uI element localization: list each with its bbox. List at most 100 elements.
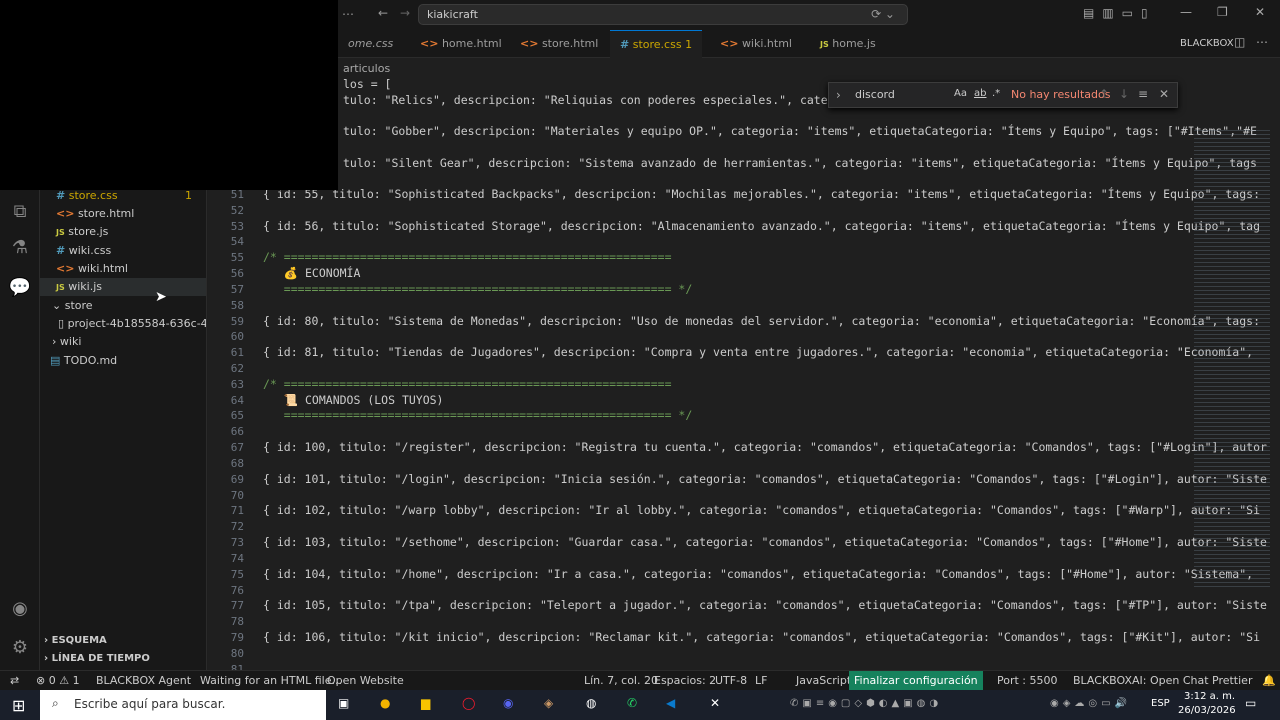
forward-arrow-icon[interactable]: → bbox=[400, 6, 410, 20]
file-name: TODO.md bbox=[63, 354, 118, 367]
chevron-right-icon: › bbox=[44, 635, 49, 646]
line-number: 75 bbox=[230, 567, 244, 581]
clock-time[interactable]: 3:12 a. m. bbox=[1184, 691, 1235, 702]
blackbox-chat[interactable]: BLACKBOXAI: Open Chat bbox=[1073, 671, 1209, 690]
tray-icons[interactable]: ✆▣≡◉▢◇⬢◐▲▣◍◑ bbox=[790, 698, 942, 709]
line-number: 74 bbox=[230, 551, 244, 565]
line-number: 69 bbox=[230, 472, 244, 486]
app-icon[interactable]: ◈ bbox=[544, 696, 553, 710]
task-view-icon[interactable]: ▣ bbox=[338, 696, 349, 710]
opera-icon[interactable]: ◯ bbox=[462, 696, 475, 710]
line-number: 81 bbox=[230, 662, 244, 670]
indentation[interactable]: Espacios: 2 bbox=[654, 671, 716, 690]
tab-store-html[interactable]: <> store.html bbox=[510, 30, 608, 58]
copilot-icon[interactable]: ⟳ ⌄ bbox=[871, 7, 895, 21]
live-server-port[interactable]: Port : 5500 bbox=[997, 671, 1058, 690]
editor-tabs: ome.css <> home.html <> store.html # sto… bbox=[338, 30, 1280, 58]
menu-more-icon[interactable]: ⋯ bbox=[342, 7, 354, 21]
tray-icons-2[interactable]: ◉◈☁◎▭🔊 bbox=[1050, 698, 1131, 709]
bell-icon[interactable]: 🔔 bbox=[1262, 671, 1276, 690]
code-line: { id: 80, titulo: "Sistema de Monedas", … bbox=[263, 313, 1260, 328]
taskbar-search[interactable]: ⌕ Escribe aquí para buscar. bbox=[40, 690, 326, 720]
section-esquema[interactable]: › ESQUEMA bbox=[44, 632, 107, 650]
tree-file-wiki-js[interactable]: JS wiki.js bbox=[40, 278, 206, 296]
chrome-icon[interactable]: ● bbox=[380, 696, 390, 710]
chat-icon[interactable]: 💬 bbox=[8, 276, 32, 300]
code-editor[interactable]: articulos los = [ tulo: "Relics", descri… bbox=[208, 58, 1280, 670]
tab-home-html[interactable]: <> home.html bbox=[410, 30, 512, 58]
split-editor-icon[interactable]: ◫ bbox=[1234, 35, 1245, 49]
html-file-icon: <> bbox=[56, 262, 75, 275]
tree-file-store-js[interactable]: JS store.js bbox=[56, 223, 108, 241]
whatsapp-icon[interactable]: ✆ bbox=[627, 696, 637, 710]
tree-file-store-html[interactable]: <> store.html bbox=[56, 205, 134, 223]
line-number: 68 bbox=[230, 456, 244, 470]
line-number: 65 bbox=[230, 409, 244, 423]
file-icon: ▯ bbox=[58, 317, 65, 330]
code-line: ========================================… bbox=[263, 281, 693, 296]
prettier[interactable]: Prettier bbox=[1212, 671, 1252, 690]
vscode-icon[interactable]: ◀ bbox=[666, 696, 675, 710]
vertical-scrollbar[interactable] bbox=[1270, 58, 1280, 670]
whole-word-icon[interactable]: ab bbox=[974, 88, 986, 99]
open-website[interactable]: Open Website bbox=[327, 671, 404, 690]
account-icon[interactable]: ◉ bbox=[8, 597, 32, 621]
tree-folder-wiki[interactable]: › wiki bbox=[52, 333, 81, 351]
remote-icon[interactable]: ⇄ bbox=[10, 671, 19, 690]
tab-label: home.js bbox=[832, 37, 876, 50]
more-actions-icon[interactable]: ⋯ bbox=[1256, 35, 1268, 49]
breadcrumb[interactable]: articulos bbox=[343, 62, 390, 75]
tree-file-project[interactable]: ▯ project-4b185584-636c-4... bbox=[58, 315, 206, 333]
windows-start-icon[interactable]: ⊞ bbox=[12, 696, 25, 715]
tree-folder-store[interactable]: ⌄ store bbox=[52, 297, 93, 315]
discord-icon[interactable]: ◉ bbox=[503, 696, 513, 710]
find-widget: › discord Aa ab .* No hay resultados ↑ ↓… bbox=[828, 82, 1178, 108]
close-icon[interactable]: ✕ bbox=[1255, 5, 1265, 19]
app-x-icon[interactable]: ✕ bbox=[710, 696, 720, 710]
blackbox-label[interactable]: BLACKBOX bbox=[1180, 38, 1234, 49]
tab-home-js[interactable]: JS home.js bbox=[810, 30, 886, 58]
tree-file-wiki-css[interactable]: # wiki.css bbox=[56, 242, 111, 260]
command-center-search[interactable]: kiakicraft ⟳ ⌄ bbox=[418, 4, 908, 25]
js-file-icon: JS bbox=[56, 228, 65, 237]
previous-match-icon[interactable]: ↑ bbox=[1099, 87, 1109, 101]
html-file-icon: <> bbox=[420, 37, 439, 50]
tree-file-wiki-html[interactable]: <> wiki.html bbox=[56, 260, 128, 278]
tab-ome-css[interactable]: ome.css bbox=[338, 30, 403, 58]
line-number: 70 bbox=[230, 488, 244, 502]
minimize-icon[interactable]: — bbox=[1180, 5, 1192, 19]
regex-icon[interactable]: .* bbox=[992, 88, 1000, 99]
match-case-icon[interactable]: Aa bbox=[954, 88, 967, 99]
cursor-position[interactable]: Lín. 7, col. 20 bbox=[584, 671, 658, 690]
eol[interactable]: LF bbox=[755, 671, 767, 690]
extensions-icon[interactable]: ⧉ bbox=[8, 200, 32, 224]
file-explorer-icon[interactable]: ▆ bbox=[421, 696, 430, 710]
encoding[interactable]: UTF-8 bbox=[715, 671, 747, 690]
back-arrow-icon[interactable]: ← bbox=[378, 6, 388, 20]
blackbox-agent[interactable]: BLACKBOX Agent bbox=[96, 671, 191, 690]
black-overlay bbox=[0, 0, 338, 190]
section-timeline[interactable]: › LÍNEA DE TIEMPO bbox=[44, 650, 150, 668]
tab-wiki-html[interactable]: <> wiki.html bbox=[710, 30, 802, 58]
flask-icon[interactable]: ⚗ bbox=[8, 236, 32, 260]
finalize-button[interactable]: Finalizar configuración bbox=[849, 671, 983, 690]
layout-icons[interactable]: ▤▥▭▯ bbox=[1083, 6, 1156, 20]
gear-icon[interactable]: ⚙ bbox=[8, 636, 32, 660]
find-in-selection-icon[interactable]: ≡ bbox=[1138, 87, 1148, 101]
tree-file-todo[interactable]: ▤ TODO.md bbox=[50, 352, 117, 370]
code-line: { id: 100, titulo: "/register", descripc… bbox=[263, 440, 1267, 455]
next-match-icon[interactable]: ↓ bbox=[1119, 87, 1129, 101]
tab-label: home.html bbox=[441, 37, 502, 50]
problems-indicator[interactable]: ⊗ 0 ⚠ 1 bbox=[36, 671, 80, 690]
clock-date[interactable]: 26/03/2026 bbox=[1178, 705, 1236, 716]
language-mode[interactable]: JavaScript bbox=[796, 671, 851, 690]
github-icon[interactable]: ◍ bbox=[586, 696, 596, 710]
input-language[interactable]: ESP bbox=[1151, 698, 1170, 709]
maximize-icon[interactable]: ❐ bbox=[1217, 5, 1228, 19]
close-find-icon[interactable]: ✕ bbox=[1159, 87, 1169, 101]
minimap[interactable] bbox=[1194, 130, 1270, 590]
find-input[interactable]: discord bbox=[855, 88, 895, 101]
notification-icon[interactable]: ▭ bbox=[1245, 696, 1256, 710]
chevron-right-icon[interactable]: › bbox=[836, 88, 841, 102]
tab-store-css[interactable]: # store.css 1 bbox=[610, 30, 703, 58]
